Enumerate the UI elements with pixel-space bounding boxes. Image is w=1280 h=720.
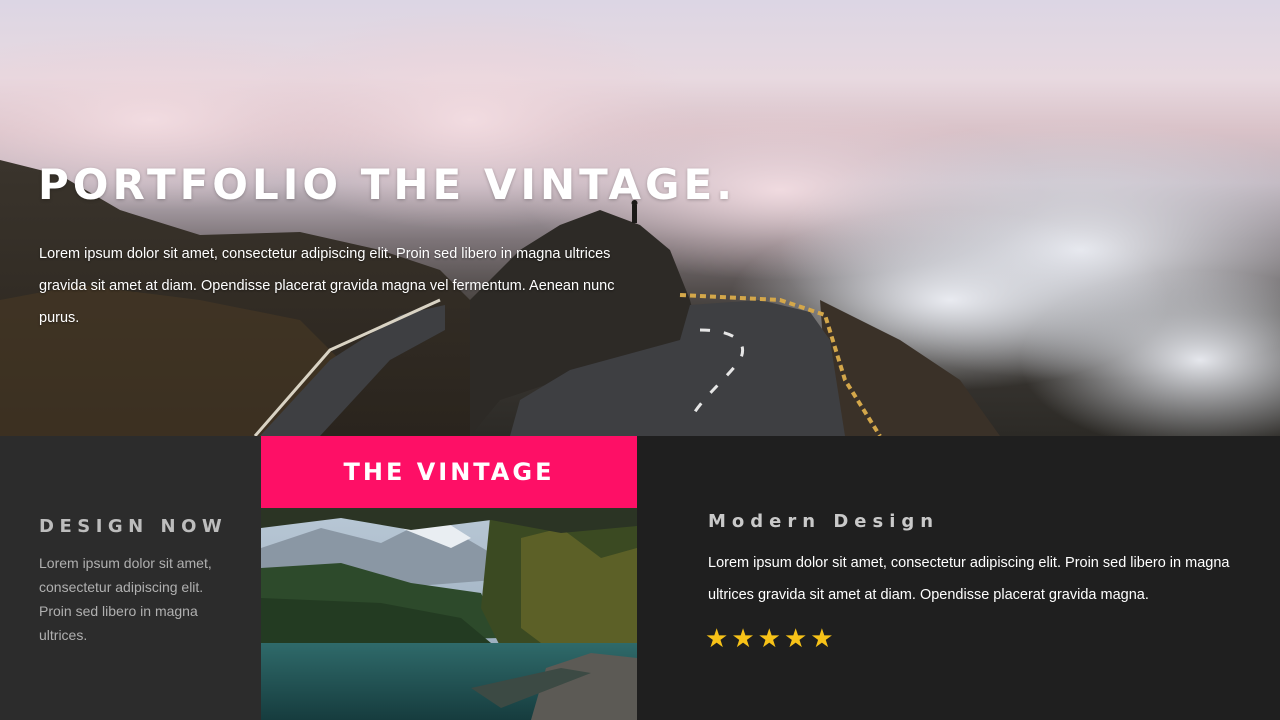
modern-design-description: Lorem ipsum dolor sit amet, consectetur … (708, 555, 1230, 603)
design-now-heading: DESIGN NOW (39, 516, 228, 537)
hero-title: PORTFOLIO THE VINTAGE. (38, 160, 737, 209)
lake-photo (261, 508, 637, 720)
star-icon: ★ (757, 623, 781, 653)
rating-stars: ★ ★ ★ ★ ★ (705, 624, 834, 652)
design-now-panel: DESIGN NOW Lorem ipsum dolor sit amet, c… (0, 436, 261, 720)
design-now-description: Lorem ipsum dolor sit amet, consectetur … (39, 555, 212, 643)
vintage-banner-label: THE VINTAGE (343, 458, 555, 486)
lake-landscape-image (261, 508, 637, 720)
star-icon: ★ (731, 623, 755, 653)
hero-description: Lorem ipsum dolor sit amet, consectetur … (39, 246, 615, 326)
modern-design-panel: Modern Design Lorem ipsum dolor sit amet… (637, 436, 1280, 720)
star-icon: ★ (705, 623, 729, 653)
modern-design-heading: Modern Design (708, 511, 940, 532)
vintage-banner: THE VINTAGE (261, 436, 637, 508)
hero-section: PORTFOLIO THE VINTAGE. Lorem ipsum dolor… (0, 0, 1280, 436)
star-icon: ★ (810, 623, 834, 653)
hero-background-image (0, 10, 1280, 436)
star-icon: ★ (783, 623, 808, 653)
